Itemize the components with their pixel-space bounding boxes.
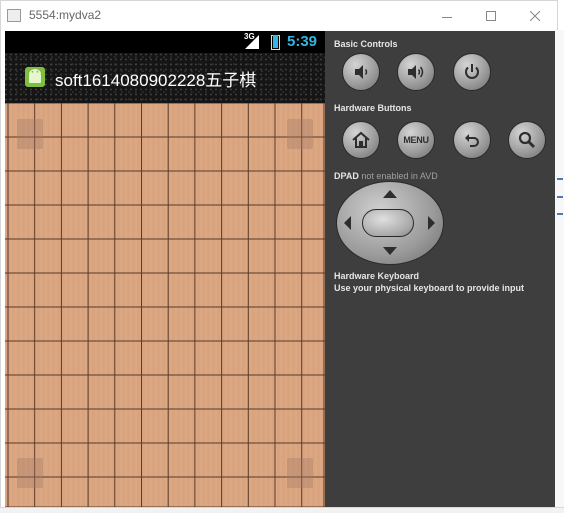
home-button[interactable] — [342, 121, 380, 159]
dpad-label: DPAD not enabled in AVD — [334, 171, 438, 181]
volume-down-icon — [355, 65, 368, 79]
search-icon — [518, 131, 536, 149]
keyboard-hint: Use your physical keyboard to provide in… — [334, 283, 525, 293]
volume-up-button[interactable] — [397, 53, 435, 91]
keyboard-label: Hardware Keyboard — [334, 271, 420, 281]
maximize-button[interactable] — [469, 1, 513, 31]
home-icon — [352, 131, 370, 148]
dpad-label-text: DPAD — [334, 171, 359, 181]
device-screen[interactable]: 3G 5:39 soft1614080902228五子棋 — [5, 31, 325, 508]
dpad[interactable] — [336, 181, 444, 265]
status-time: 5:39 — [287, 33, 318, 50]
menu-button[interactable]: MENU — [397, 121, 435, 159]
battery-level — [273, 35, 278, 48]
volume-up-icon — [408, 65, 424, 79]
host-app-marker — [557, 213, 563, 215]
power-button[interactable] — [453, 53, 491, 91]
minimize-icon — [442, 17, 452, 18]
corner-overlay-top-left — [17, 119, 43, 149]
emulator-controls-panel: Basic Controls Hardware Buttons MENU DPA… — [325, 31, 556, 508]
dpad-left-icon[interactable] — [344, 216, 351, 230]
emulator-window: 5554:mydva2 3G 5:39 soft1614080902228五子棋 — [0, 0, 558, 508]
host-app-strip — [0, 507, 564, 513]
window-app-icon — [7, 9, 21, 22]
host-app-edge — [555, 30, 564, 507]
corner-overlay-top-right — [287, 119, 313, 149]
status-bar: 3G 5:39 — [5, 31, 325, 53]
close-icon — [530, 11, 540, 21]
dpad-down-icon[interactable] — [383, 247, 397, 255]
action-bar: soft1614080902228五子棋 — [5, 53, 325, 103]
dpad-note: not enabled in AVD — [361, 171, 438, 181]
back-icon — [465, 134, 479, 147]
battery-icon — [271, 35, 280, 50]
menu-button-label: MENU — [403, 135, 429, 145]
dpad-up-icon[interactable] — [383, 190, 397, 198]
board-grid[interactable] — [5, 102, 325, 508]
app-title: soft1614080902228五子棋 — [55, 71, 257, 90]
window-title: 5554:mydva2 — [29, 8, 102, 22]
host-app-marker — [557, 196, 563, 198]
close-button[interactable] — [513, 1, 557, 31]
search-button[interactable] — [508, 121, 546, 159]
dpad-center-button[interactable] — [362, 209, 414, 237]
maximize-icon — [486, 11, 496, 21]
signal-icon — [245, 35, 259, 49]
title-bar[interactable]: 5554:mydva2 — [1, 1, 557, 31]
dpad-right-icon[interactable] — [428, 216, 435, 230]
corner-overlay-bottom-right — [287, 458, 313, 488]
android-icon — [25, 67, 45, 87]
volume-down-button[interactable] — [342, 53, 380, 91]
corner-overlay-bottom-left — [17, 458, 43, 488]
minimize-button[interactable] — [425, 1, 469, 31]
basic-controls-label: Basic Controls — [334, 39, 398, 49]
back-button[interactable] — [453, 121, 491, 159]
power-icon — [465, 64, 479, 79]
gomoku-board[interactable] — [5, 102, 325, 508]
host-app-marker — [557, 178, 563, 180]
hardware-buttons-label: Hardware Buttons — [334, 103, 412, 113]
